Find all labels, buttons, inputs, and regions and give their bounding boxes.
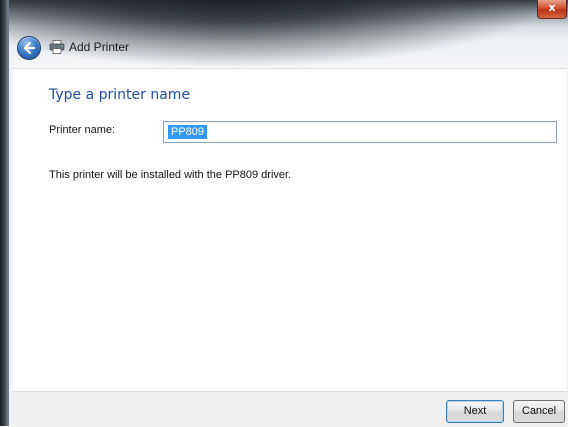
content-area: Type a printer name Printer name: PP809 … — [13, 68, 567, 392]
back-button[interactable] — [17, 36, 41, 60]
printer-icon — [49, 40, 65, 54]
title-bar: x Add Printer — [9, 0, 568, 68]
printer-name-label: Printer name: — [49, 124, 116, 136]
cancel-button[interactable]: Cancel — [513, 400, 565, 423]
button-bar: Next Cancel — [13, 391, 567, 427]
add-printer-window: x Add Printer Type a printer name Printe… — [8, 0, 568, 427]
next-button[interactable]: Next — [446, 400, 504, 423]
printer-name-input[interactable]: PP809 — [163, 121, 557, 143]
close-button[interactable]: x — [537, 0, 567, 19]
page-heading: Type a printer name — [49, 87, 191, 103]
back-arrow-icon — [23, 41, 36, 55]
printer-name-value: PP809 — [168, 125, 208, 139]
driver-info-text: This printer will be installed with the … — [49, 169, 292, 181]
window-title: Add Printer — [69, 40, 130, 54]
